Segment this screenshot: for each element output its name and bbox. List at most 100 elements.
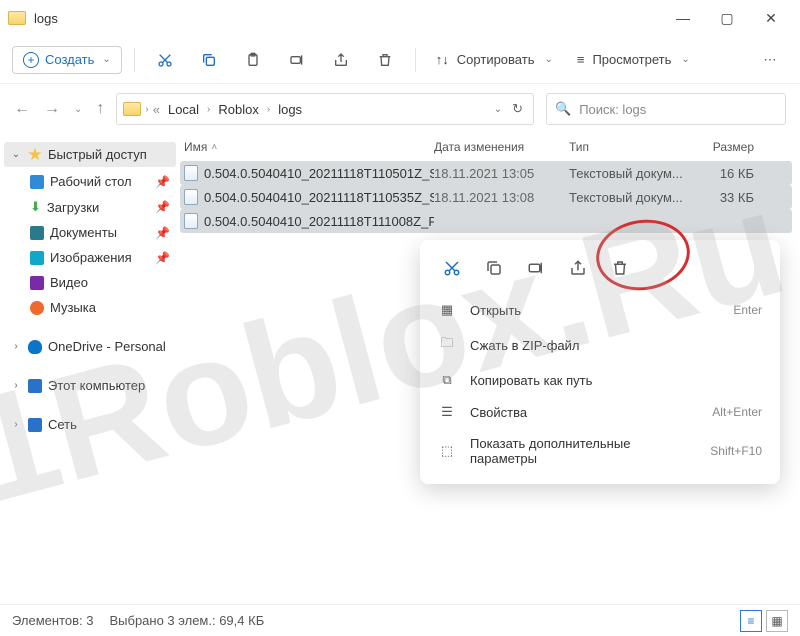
context-zip[interactable]: 🗀Сжать в ZIP-файл xyxy=(420,326,780,364)
file-row[interactable]: 0.504.0.5040410_20211118T110535Z_Studi..… xyxy=(180,185,792,209)
chevron-down-icon: ⌄ xyxy=(544,54,552,65)
properties-icon: ☰ xyxy=(438,404,456,420)
sidebar: ⌄ Быстрый доступ Рабочий стол📌 ⬇Загрузки… xyxy=(0,134,180,624)
zip-icon: 🗀 xyxy=(438,334,456,356)
refresh-icon[interactable]: ↻ xyxy=(512,101,523,117)
document-icon xyxy=(184,189,198,205)
sidebar-documents[interactable]: Документы📌 xyxy=(4,220,176,245)
pin-icon: 📌 xyxy=(155,251,170,265)
document-icon xyxy=(184,165,198,181)
title-bar: logs — ▢ ✕ xyxy=(0,0,800,36)
thumbnails-view-button[interactable]: ▦ xyxy=(766,610,788,632)
up-button[interactable]: ↑ xyxy=(96,100,104,118)
open-icon: ▦ xyxy=(438,302,456,318)
nav-arrows: ← → ⌄ ↑ xyxy=(14,100,104,118)
recent-button[interactable]: ⌄ xyxy=(74,104,82,115)
folder-icon xyxy=(123,102,141,116)
pin-icon: 📌 xyxy=(155,175,170,189)
music-icon xyxy=(30,301,44,315)
copy-icon[interactable] xyxy=(480,254,508,282)
chevron-right-icon: › xyxy=(10,419,22,430)
rename-icon[interactable] xyxy=(522,254,550,282)
sidebar-desktop[interactable]: Рабочий стол📌 xyxy=(4,169,176,194)
context-more-options[interactable]: ⬚Показать дополнительные параметрыShift+… xyxy=(420,428,780,474)
sidebar-this-pc[interactable]: ›Этот компьютер xyxy=(4,373,176,398)
column-size[interactable]: Размер xyxy=(684,140,754,154)
maximize-button[interactable]: ▢ xyxy=(706,3,748,33)
folder-icon xyxy=(8,11,26,25)
context-open[interactable]: ▦ОткрытьEnter xyxy=(420,294,780,326)
address-bar[interactable]: › « Local › Roblox › logs ⌄ ↻ xyxy=(116,93,534,125)
new-label: Создать xyxy=(45,52,94,67)
status-bar: Элементов: 3 Выбрано 3 элем.: 69,4 КБ ≡ … xyxy=(0,604,800,636)
plus-icon: + xyxy=(23,52,39,68)
view-icon: ≡ xyxy=(577,52,585,67)
sort-button[interactable]: ↑↓ Сортировать ⌄ xyxy=(428,48,561,71)
column-type[interactable]: Тип xyxy=(569,140,684,154)
sidebar-pictures[interactable]: Изображения📌 xyxy=(4,245,176,270)
file-row[interactable]: 0.504.0.5040410_20211118T111008Z_Pla... xyxy=(180,209,792,233)
videos-icon xyxy=(30,276,44,290)
status-selection: Выбрано 3 элем.: 69,4 КБ xyxy=(109,613,264,628)
desktop-icon xyxy=(30,175,44,189)
close-button[interactable]: ✕ xyxy=(750,3,792,33)
context-copy-path[interactable]: ⧉Копировать как путь xyxy=(420,364,780,396)
search-icon: 🔍 xyxy=(555,101,571,117)
context-properties[interactable]: ☰СвойстваAlt+Enter xyxy=(420,396,780,428)
more-icon[interactable]: ⋯ xyxy=(752,44,788,76)
chevron-right-icon: › xyxy=(10,380,22,391)
details-view-button[interactable]: ≡ xyxy=(740,610,762,632)
breadcrumb[interactable]: Local xyxy=(164,100,203,119)
pin-icon: 📌 xyxy=(155,200,170,214)
context-menu: ▦ОткрытьEnter 🗀Сжать в ZIP-файл ⧉Копиров… xyxy=(420,240,780,484)
nav-row: ← → ⌄ ↑ › « Local › Roblox › logs ⌄ ↻ 🔍 … xyxy=(0,84,800,134)
chevron-right-icon: › xyxy=(207,104,210,115)
sidebar-downloads[interactable]: ⬇Загрузки📌 xyxy=(4,194,176,220)
column-headers: Имя ˄ Дата изменения Тип Размер xyxy=(180,134,792,161)
cut-icon[interactable] xyxy=(147,44,183,76)
back-button[interactable]: ← xyxy=(14,100,30,118)
cloud-icon xyxy=(28,340,42,354)
sort-label: Сортировать xyxy=(457,52,535,67)
new-button[interactable]: + Создать ⌄ xyxy=(12,46,122,74)
delete-icon[interactable] xyxy=(367,44,403,76)
separator xyxy=(415,48,416,72)
chevron-down-icon: ⌄ xyxy=(10,149,22,160)
cut-icon[interactable] xyxy=(438,254,466,282)
sidebar-videos[interactable]: Видео xyxy=(4,270,176,295)
minimize-button[interactable]: — xyxy=(662,3,704,33)
document-icon xyxy=(184,213,198,229)
view-label: Просмотреть xyxy=(592,52,671,67)
forward-button[interactable]: → xyxy=(44,100,60,118)
column-date[interactable]: Дата изменения xyxy=(434,140,569,154)
sidebar-onedrive[interactable]: ›OneDrive - Personal xyxy=(4,334,176,359)
window-title: logs xyxy=(34,11,662,26)
chevron-down-icon: ⌄ xyxy=(681,54,689,65)
toolbar: + Создать ⌄ ↑↓ Сортировать ⌄ ≡ Просмотре… xyxy=(0,36,800,84)
rename-icon[interactable] xyxy=(279,44,315,76)
sidebar-quick-access[interactable]: ⌄ Быстрый доступ xyxy=(4,142,176,167)
delete-icon[interactable] xyxy=(606,254,634,282)
share-icon[interactable] xyxy=(323,44,359,76)
chevron-right-icon: › xyxy=(267,104,270,115)
window-controls: — ▢ ✕ xyxy=(662,3,792,33)
sidebar-music[interactable]: Музыка xyxy=(4,295,176,320)
star-icon xyxy=(28,148,42,162)
chevron-down-icon[interactable]: ⌄ xyxy=(494,104,502,115)
chevron-down-icon: ⌄ xyxy=(102,54,110,65)
column-name[interactable]: Имя ˄ xyxy=(184,140,434,154)
copy-icon[interactable] xyxy=(191,44,227,76)
context-icon-row xyxy=(420,250,780,294)
view-button[interactable]: ≡ Просмотреть ⌄ xyxy=(569,48,698,71)
file-row[interactable]: 0.504.0.5040410_20211118T110501Z_Studi..… xyxy=(180,161,792,185)
paste-icon[interactable] xyxy=(235,44,271,76)
breadcrumb[interactable]: logs xyxy=(274,100,306,119)
pc-icon xyxy=(28,379,42,393)
search-input[interactable]: 🔍 Поиск: logs xyxy=(546,93,786,125)
pin-icon: 📌 xyxy=(155,226,170,240)
download-icon: ⬇ xyxy=(30,199,41,215)
breadcrumb[interactable]: Roblox xyxy=(214,100,262,119)
chevron-right-icon: › xyxy=(145,104,148,115)
sidebar-network[interactable]: ›Сеть xyxy=(4,412,176,437)
share-icon[interactable] xyxy=(564,254,592,282)
